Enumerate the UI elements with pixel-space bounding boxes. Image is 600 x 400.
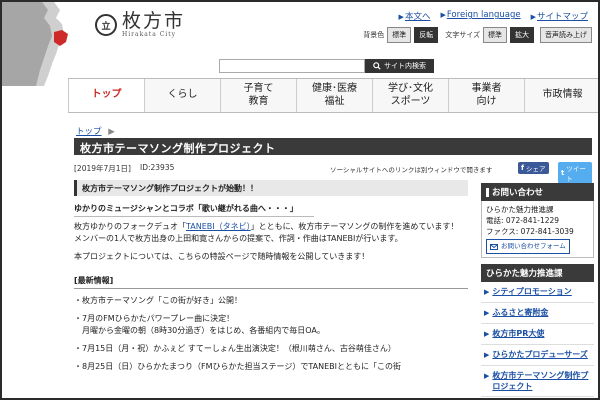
arrow-right-icon: ▶ [484, 288, 490, 296]
link-foreign-language[interactable]: Foreign language [447, 10, 521, 20]
paragraph-special-page: 本プロジェクトについては、こちらの特設ページで随時情報を公開していきます！ [74, 252, 370, 261]
page-meta: [2019年7月1日] ID:23935 ソーシャルサイトへのリンクは別ウィンド… [74, 162, 592, 184]
news-item: ・7月のFMひらかたパワープレー曲に決定！ 月曜から金曜の朝（8時30分過ぎ）をは… [74, 314, 325, 335]
bg-invert-button[interactable]: 反転 [414, 27, 439, 43]
arrow-right-icon: ▶ [484, 351, 490, 359]
contact-form-button[interactable]: お問い合わせフォーム [486, 239, 570, 254]
news-item: ・7月15日（月・祝）かふぇど すてーしょん生出演決定！（根川萌さん、古谷萌佳さ… [74, 344, 396, 353]
breadcrumb-separator-icon: ▶ [108, 127, 115, 137]
contact-dept: ひらかた魅力推進課 [486, 205, 554, 214]
global-nav: トップ くらし 子育て 教育 健康･医療 福祉 学び･文化 スポーツ 事業者 向… [68, 78, 598, 113]
page-id: ID:23935 [140, 163, 175, 172]
breadcrumb-home[interactable]: トップ [76, 127, 102, 137]
twitter-share-label: ツイート [566, 165, 586, 183]
sidebar: お問い合わせ ひらかた魅力推進課 電話: 072-841-1229 ファクス: … [481, 183, 594, 397]
contact-heading: お問い合わせ [481, 183, 594, 201]
nav-living[interactable]: くらし [144, 79, 220, 112]
sub-heading: ゆかりのミュージシャンとコラボ「歌い継がれる曲へ・・・」 [74, 203, 314, 217]
main-content: 枚方市テーマソング制作プロジェクトが始動！！ ゆかりのミュージシャンとコラボ「歌… [74, 180, 468, 373]
nav-culture-sports[interactable]: 学び･文化 スポーツ [372, 79, 448, 112]
bg-color-label: 背景色 [363, 31, 385, 39]
page-title: 枚方市テーマソング制作プロジェクト [74, 138, 592, 155]
site-logo[interactable]: 立 枚方市 Hirakata City [95, 12, 185, 38]
top-links: ▶本文へ ▶Foreign language ▶サイトマップ [399, 10, 588, 22]
logo-japanese: 枚方市 [122, 10, 186, 32]
paragraph-intro: 枚方ゆかりのフォークデュオ「TANEBI（タネビ）」とともに、枚方市テーマソング… [74, 222, 459, 243]
contact-fax: ファクス: 072-841-3039 [486, 227, 574, 236]
social-note: ソーシャルサイトへのリンクは別ウィンドウで開きます [330, 166, 493, 174]
city-seal-icon: 立 [95, 14, 117, 36]
arrow-right-icon: ▶ [398, 13, 404, 21]
sidebar-link-pr-ambassador[interactable]: ▶ 枚方市PR大使 [481, 324, 594, 345]
accessibility-controls: 背景色 標準 反転 文字サイズ 標準 拡大 音声読み上げ [359, 27, 592, 43]
arrow-right-icon: ▶ [530, 13, 536, 21]
nav-business[interactable]: 事業者 向け [448, 79, 524, 112]
section-heading: 枚方市テーマソング制作プロジェクトが始動！！ [74, 180, 468, 196]
text-standard-button[interactable]: 標準 [483, 27, 507, 43]
contact-tel: 電話: 072-841-1229 [486, 216, 560, 225]
twitter-share-button[interactable]: t ツイート [558, 162, 592, 184]
contact-box: ひらかた魅力推進課 電話: 072-841-1229 ファクス: 072-841… [481, 201, 594, 258]
facebook-share-button[interactable]: f シェア [518, 162, 549, 174]
twitter-icon: t [561, 169, 565, 177]
sidebar-link-theme-song[interactable]: ▶ 枚方市テーマソング制作プロジェクト [481, 366, 594, 397]
sidebar-link-city-promotion[interactable]: ▶ シティプロモーション [481, 282, 594, 303]
search-button-label: サイト内検索 [384, 63, 426, 70]
heading-marker-icon [486, 187, 489, 197]
facebook-icon: f [521, 164, 525, 172]
publish-date: [2019年7月1日] [74, 164, 131, 173]
news-heading: [最新情報] [74, 275, 468, 289]
read-aloud-button[interactable]: 音声読み上げ [540, 27, 592, 43]
sidebar-link-furusato[interactable]: ▶ ふるさと寄附金 [481, 303, 594, 324]
tanebi-link[interactable]: TANEBI（タネビ） [186, 222, 251, 231]
search-button[interactable]: サイト内検索 [365, 59, 434, 73]
search-icon [373, 62, 381, 70]
text-size-label: 文字サイズ [445, 31, 480, 39]
news-item: ・8月25日（日）ひらかたまつり（FMひらかた担当ステージ）でTANEBIととも… [74, 362, 401, 371]
site-search: サイト内検索 [219, 59, 434, 73]
breadcrumb: トップ ▶ [76, 125, 115, 137]
link-sitemap[interactable]: サイトマップ [537, 12, 588, 22]
bg-standard-button[interactable]: 標準 [387, 27, 412, 43]
mail-icon [490, 243, 498, 250]
news-item: ・枚方市テーマソング「この街が好き」公開！ [74, 296, 242, 305]
link-skip-to-main[interactable]: 本文へ [405, 12, 431, 22]
arrow-right-icon: ▶ [440, 11, 446, 19]
logo-english: Hirakata City [122, 31, 177, 38]
arrow-right-icon: ▶ [484, 372, 490, 380]
browser-frame: 立 枚方市 Hirakata City ▶本文へ ▶Foreign langua… [0, 0, 600, 400]
arrow-right-icon: ▶ [484, 309, 490, 317]
facebook-share-label: シェア [526, 165, 546, 173]
arrow-right-icon: ▶ [484, 330, 490, 338]
osaka-map-logo [2, 2, 68, 86]
section-links-heading: ひらかた魅力推進課 [481, 264, 594, 282]
sidebar-link-producers[interactable]: ▶ ひらかたプロデューサーズ [481, 345, 594, 366]
text-large-button[interactable]: 拡大 [510, 27, 534, 43]
nav-childcare-education[interactable]: 子育て 教育 [220, 79, 296, 112]
nav-health-welfare[interactable]: 健康･医療 福祉 [296, 79, 372, 112]
search-input[interactable] [219, 59, 365, 73]
nav-city-info[interactable]: 市政情報 [524, 79, 598, 112]
nav-top[interactable]: トップ [68, 79, 144, 112]
